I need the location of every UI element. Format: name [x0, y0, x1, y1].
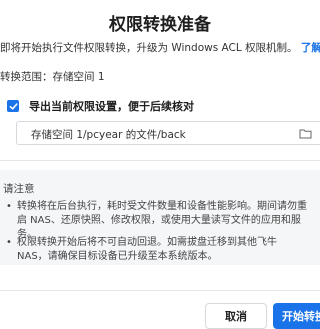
- export-path-field[interactable]: 存储空间 1/pcyear 的文件/back: [16, 121, 320, 145]
- bullet-dot: •: [6, 237, 12, 248]
- export-option[interactable]: 导出当前权限设置，便于后续核对: [7, 98, 194, 114]
- check-icon: [9, 102, 18, 110]
- details-link[interactable]: 了解详情 >: [301, 42, 320, 54]
- export-checkbox[interactable]: [7, 100, 19, 112]
- start-conversion-button[interactable]: 开始转换: [273, 303, 320, 329]
- cancel-button[interactable]: 取消: [205, 303, 267, 329]
- export-label: 导出当前权限设置，便于后续核对: [29, 100, 194, 113]
- dialog-description: 即将开始执行文件权限转换，升级为 Windows ACL 权限机制。 了解详情 …: [0, 40, 320, 55]
- conversion-scope: 转换范围：存储空间 1: [0, 71, 105, 83]
- description-text: 即将开始执行文件权限转换，升级为 Windows ACL 权限机制。: [0, 42, 298, 54]
- notice-title: 请注意: [3, 183, 35, 195]
- bullet-dot: •: [6, 201, 12, 212]
- bullet-text: 权限转换开始后将不可自动回退。如需拔盘迁移到其他飞牛 NAS，请确保目标设备已升…: [17, 237, 277, 262]
- folder-icon[interactable]: [299, 128, 312, 139]
- footer-divider: [0, 290, 320, 291]
- dialog-title: 权限转换准备: [109, 15, 211, 35]
- export-path-value: 存储空间 1/pcyear 的文件/back: [31, 129, 186, 141]
- divider: [0, 160, 320, 161]
